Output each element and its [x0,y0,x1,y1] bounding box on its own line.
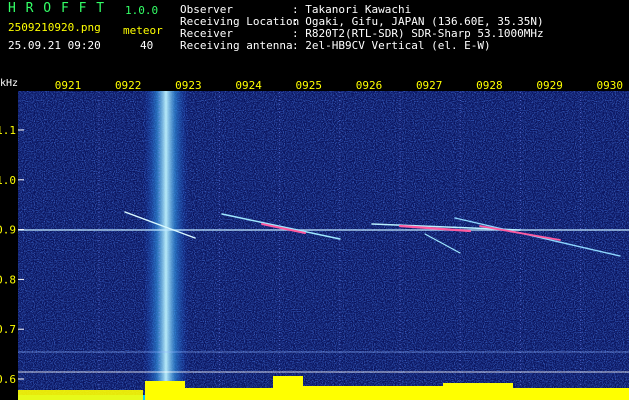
time-tick-label: 0925 [296,79,323,92]
level-bar [18,390,143,400]
antenna-key: Receiving antenna [180,39,293,52]
level-peak [273,376,303,400]
time-tick-label: 0923 [175,79,202,92]
freq-tick-label: 0.6 [0,373,16,386]
freq-tick-label: 0.9 [0,224,16,237]
freq-tick-label: 0.7 [0,323,16,336]
time-tick-label: 0926 [356,79,383,92]
time-tick-label: 0922 [115,79,142,92]
spectrogram: kHz 0921 0922 0923 0924 0925 0926 0927 0928 0929… [0,78,629,400]
level-peak [145,381,185,400]
level-bar [303,386,443,400]
interference-speckle [143,91,189,395]
level-bar [513,388,629,400]
time-tick-label: 0921 [55,79,82,92]
time-tick-label: 0928 [476,79,503,92]
level-bar [443,383,513,400]
level-bar [185,388,273,400]
speckle-layer [18,91,629,395]
y-axis-unit: kHz [0,78,18,89]
hrofft-window: H R O F F T 1.0.0 2509210920.png meteor … [0,0,629,400]
time-axis: 0921 0922 0923 0924 0925 0926 0927 0928 0929 0930 [55,79,623,92]
time-tick-label: 0924 [235,79,262,92]
time-tick-label: 0929 [536,79,563,92]
image-filename: 2509210920.png [8,21,101,34]
time-tick-label: 0930 [597,79,624,92]
freq-tick-label: 1.1 [0,124,16,137]
meteor-count: 40 [140,39,154,52]
timestamp: 25.09.21 09:20 [8,39,101,52]
freq-tick-label: 1.0 [0,174,16,187]
antenna-value: : 2el-HB9CV Vertical (el. E-W) [292,39,491,52]
app-title: H R O F F T [8,1,106,16]
app-version: 1.0.0 [125,4,159,17]
time-tick-label: 0927 [416,79,443,92]
freq-tick-label: 0.8 [0,273,16,286]
meteor-label: meteor [123,24,163,37]
